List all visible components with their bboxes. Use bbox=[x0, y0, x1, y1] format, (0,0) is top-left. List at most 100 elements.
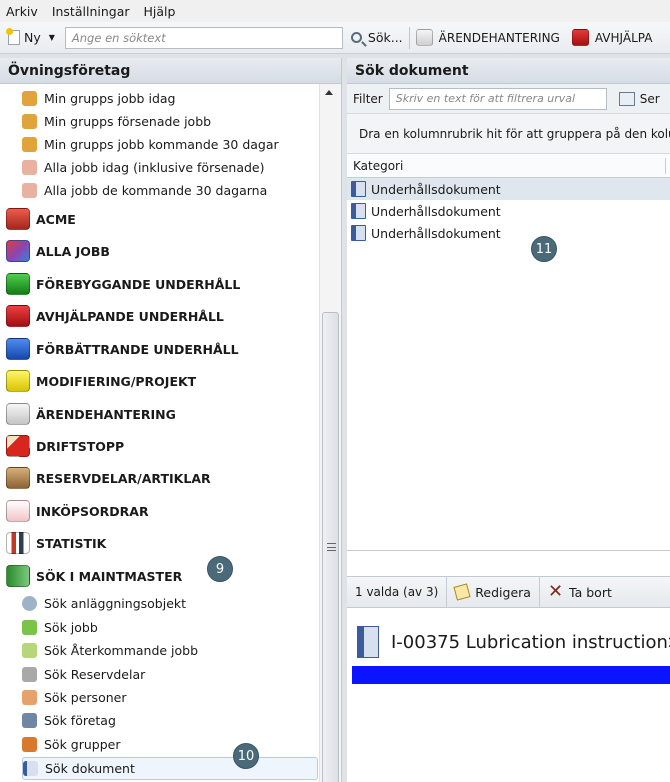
edit-button[interactable]: Redigera bbox=[446, 576, 539, 608]
nav-item-label: Min grupps jobb kommande 30 dagar bbox=[44, 137, 279, 152]
group-icon bbox=[22, 737, 37, 752]
selection-count: 1 valda (av 3) bbox=[355, 585, 439, 599]
group-icon bbox=[22, 91, 37, 106]
nav-item-min-grupps-30-dagar[interactable]: Min grupps jobb kommande 30 dagar bbox=[22, 133, 279, 156]
edit-icon bbox=[453, 583, 471, 601]
window-icon bbox=[618, 91, 635, 106]
step-badge-10: 10 bbox=[233, 743, 259, 769]
nav-item-label: Sök Reservdelar bbox=[44, 667, 146, 682]
job-icon bbox=[22, 620, 37, 635]
statistics-icon bbox=[6, 532, 30, 554]
nav-item-label: Alla jobb de kommande 30 dagarna bbox=[44, 183, 268, 198]
horizontal-scrollbar[interactable] bbox=[347, 550, 670, 574]
filter-input[interactable]: Skriv en text för att filtrera urval bbox=[388, 87, 607, 110]
category-label: RESERVDELAR/ARTIKLAR bbox=[36, 470, 211, 486]
category-inkopsordrar[interactable]: INKÖPSORDRAR bbox=[6, 496, 149, 526]
category-label: FÖREBYGGANDE UNDERHÅLL bbox=[36, 276, 241, 292]
column-header-kategori[interactable]: Kategori bbox=[347, 154, 670, 178]
category-avhjalpande[interactable]: AVHJÄLPANDE UNDERHÅLL bbox=[6, 301, 224, 331]
category-sok-i-maintmaster[interactable]: SÖK I MAINTMASTER bbox=[6, 561, 182, 591]
delete-icon: ✕ bbox=[547, 581, 564, 602]
category-driftstopp[interactable]: DRIFTSTOPP bbox=[6, 431, 124, 461]
category-alla-jobb[interactable]: ALLA JOBB bbox=[6, 236, 110, 266]
filter-search-button[interactable]: Ser bbox=[618, 91, 660, 106]
category-forebyggande[interactable]: FÖREBYGGANDE UNDERHÅLL bbox=[6, 269, 240, 299]
row-category: Underhållsdokument bbox=[371, 181, 501, 197]
category-arendehantering[interactable]: ÄRENDEHANTERING bbox=[6, 399, 176, 429]
app-window: Arkiv Inställningar Hjälp Ny ▼ Ange en s… bbox=[0, 0, 670, 782]
search-button[interactable]: Sök... bbox=[350, 30, 403, 45]
nav-item-alla-jobb-idag[interactable]: Alla jobb idag (inklusive försenade) bbox=[22, 156, 265, 179]
table-row[interactable]: Underhållsdokument bbox=[347, 178, 670, 200]
nav-item-label: Sök anläggningsobjekt bbox=[44, 596, 187, 611]
nav-item-sok-foretag[interactable]: Sök företag bbox=[22, 709, 116, 732]
flag-icon bbox=[6, 435, 30, 457]
spare-part-icon bbox=[22, 667, 37, 682]
nav-item-sok-dokument[interactable]: Sök dokument bbox=[22, 757, 318, 780]
nav-item-alla-jobb-30-dagar[interactable]: Alla jobb de kommande 30 dagarna bbox=[22, 179, 267, 202]
delete-button-label: Ta bort bbox=[569, 584, 612, 600]
edit-button-label: Redigera bbox=[475, 584, 531, 600]
document-search-panel: Sök dokument Filter Skriv en text för at… bbox=[347, 58, 670, 782]
nav-item-sok-reservdelar[interactable]: Sök Reservdelar bbox=[22, 663, 145, 686]
category-statistik[interactable]: STATISTIK bbox=[6, 528, 106, 558]
arendehantering-button[interactable]: ÄRENDEHANTERING bbox=[415, 29, 560, 46]
category-label: ACME bbox=[36, 211, 76, 227]
nav-item-label: Min grupps försenade jobb bbox=[44, 114, 212, 129]
nav-item-sok-grupper[interactable]: Sök grupper bbox=[22, 733, 121, 756]
arendehantering-label: ÄRENDEHANTERING bbox=[438, 30, 560, 45]
scroll-thumb[interactable] bbox=[322, 312, 339, 782]
nav-item-label: Alla jobb idag (inklusive försenade) bbox=[44, 160, 265, 175]
scroll-up-icon[interactable] bbox=[325, 90, 333, 95]
order-icon bbox=[6, 500, 30, 522]
document-icon bbox=[23, 761, 38, 776]
person-icon bbox=[22, 160, 37, 175]
step-badge-9: 9 bbox=[207, 556, 233, 582]
nav-item-label: Sök grupper bbox=[44, 737, 121, 752]
nav-item-min-grupps-jobb-idag[interactable]: Min grupps jobb idag bbox=[22, 87, 175, 110]
menu-hjalp[interactable]: Hjälp bbox=[144, 4, 176, 19]
new-document-icon bbox=[6, 28, 20, 45]
category-modifiering[interactable]: MODIFIERING/PROJEKT bbox=[6, 366, 196, 396]
menu-bar: Arkiv Inställningar Hjälp bbox=[0, 0, 670, 22]
nav-item-sok-jobb[interactable]: Sök jobb bbox=[22, 616, 98, 639]
new-button[interactable]: Ny ▼ bbox=[4, 26, 59, 50]
document-icon bbox=[351, 181, 366, 197]
table-row[interactable]: Underhållsdokument bbox=[347, 200, 670, 222]
menu-arkiv[interactable]: Arkiv bbox=[6, 4, 38, 19]
category-forbattrande[interactable]: FÖRBÄTTRANDE UNDERHÅLL bbox=[6, 334, 239, 364]
nav-item-label: Sök dokument bbox=[45, 761, 135, 776]
nav-item-sok-anlaggningsobjekt[interactable]: Sök anläggningsobjekt bbox=[22, 592, 186, 615]
nav-scrollbar[interactable] bbox=[319, 84, 341, 782]
nav-item-label: Min grupps jobb idag bbox=[44, 91, 176, 106]
toolbar: Ny ▼ Ange en söktext Sök... ÄRENDEHANTER… bbox=[0, 22, 670, 54]
search-button-label: Sök... bbox=[367, 30, 403, 45]
avhjalpande-icon bbox=[571, 29, 589, 46]
category-label: SÖK I MAINTMASTER bbox=[36, 568, 183, 584]
acme-icon bbox=[6, 208, 30, 230]
nav-item-sok-aterkommande[interactable]: Sök Återkommande jobb bbox=[22, 639, 198, 662]
nav-item-label: Sök Återkommande jobb bbox=[44, 643, 199, 658]
preview-title-text: I-00375 Lubrication instruction¤ In bbox=[391, 631, 670, 653]
menu-installningar[interactable]: Inställningar bbox=[52, 4, 130, 19]
table-row[interactable]: Underhållsdokument bbox=[347, 222, 670, 244]
document-preview: I-00375 Lubrication instruction¤ In bbox=[347, 608, 670, 782]
alla-jobb-icon bbox=[6, 240, 30, 262]
chevron-down-icon[interactable]: ▼ bbox=[49, 33, 55, 42]
search-input[interactable]: Ange en söktext bbox=[64, 26, 343, 49]
preview-highlight-bar bbox=[352, 666, 670, 684]
nav-item-sok-personer[interactable]: Sök personer bbox=[22, 686, 126, 709]
category-acme[interactable]: ACME bbox=[6, 204, 76, 234]
panel-title: Sök dokument bbox=[347, 58, 670, 84]
nav-item-min-grupps-forsenade[interactable]: Min grupps försenade jobb bbox=[22, 110, 211, 133]
filter-bar: Filter Skriv en text för att filtrera ur… bbox=[347, 84, 670, 114]
recurring-job-icon bbox=[22, 643, 37, 658]
delete-button[interactable]: ✕ Ta bort bbox=[538, 576, 620, 608]
preview-title: I-00375 Lubrication instruction¤ In bbox=[357, 626, 670, 658]
category-reservdelar[interactable]: RESERVDELAR/ARTIKLAR bbox=[6, 463, 211, 493]
row-category: Underhållsdokument bbox=[371, 203, 501, 219]
filter-label: Filter bbox=[353, 91, 383, 106]
group-by-area[interactable]: Dra en kolumnrubrik hit för att gruppera… bbox=[347, 114, 670, 154]
green-square-icon bbox=[6, 273, 30, 295]
avhjalpande-button[interactable]: AVHJÄLPA bbox=[571, 29, 652, 46]
